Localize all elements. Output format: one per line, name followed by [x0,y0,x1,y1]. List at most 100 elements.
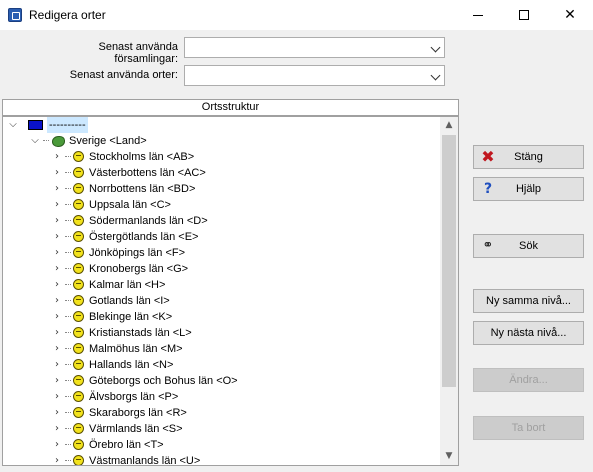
tree-county-row[interactable]: › Uppsala län <C> [3,197,440,213]
tree-connector [65,268,71,269]
expand-chevron-icon[interactable]: › [51,261,63,277]
tree-header: Ortsstruktur [2,99,459,116]
binoculars-icon: ⚭ [482,238,494,253]
tree-county-row[interactable]: › Södermanlands län <D> [3,213,440,229]
tree-county-label: Kristianstads län <L> [89,327,192,339]
close-icon: ✕ [564,7,576,23]
minimize-button[interactable] [455,0,501,30]
maximize-button[interactable] [501,0,547,30]
tree-county-row[interactable]: › Jönköpings län <F> [3,245,440,261]
tree-county-label: Uppsala län <C> [89,199,171,211]
app-icon [8,8,22,22]
window-title: Redigera orter [29,8,106,22]
scroll-up-icon[interactable]: ▲ [440,117,458,134]
chevron-down-icon [430,70,441,81]
expand-chevron-icon[interactable]: › [51,181,63,197]
county-coat-of-arms-icon [73,231,84,242]
place-tree[interactable]: ⌵ ---------- ⌵ Sverige <Land> › Stockholm… [2,116,459,466]
county-coat-of-arms-icon [73,359,84,370]
tree-connector [65,316,71,317]
help-button-label: Hjälp [515,183,542,195]
expand-chevron-icon[interactable]: › [51,229,63,245]
collapse-chevron-icon[interactable]: ⌵ [7,117,19,133]
expand-chevron-icon[interactable]: › [51,437,63,453]
county-coat-of-arms-icon [73,455,84,465]
tree-county-label: Skaraborgs län <R> [89,407,187,419]
search-button[interactable]: ⚭ Sök [473,234,584,258]
tree-county-row[interactable]: › Gotlands län <I> [3,293,440,309]
tree-connector [65,156,71,157]
tree-root-row[interactable]: ⌵ ---------- [3,117,440,133]
tree-connector [65,428,71,429]
tree-connector [65,188,71,189]
recent-places-dropdown[interactable] [184,65,445,86]
remove-button[interactable]: Ta bort [473,416,584,440]
tree-connector [65,460,71,461]
expand-chevron-icon[interactable]: › [51,405,63,421]
expand-chevron-icon[interactable]: › [51,277,63,293]
new-same-level-button[interactable]: Ny samma nivå... [473,289,584,313]
expand-chevron-icon[interactable]: › [51,149,63,165]
tree-connector [65,252,71,253]
expand-chevron-icon[interactable]: › [51,421,63,437]
tree-county-row[interactable]: › Norrbottens län <BD> [3,181,440,197]
county-coat-of-arms-icon [73,391,84,402]
tree-county-row[interactable]: › Örebro län <T> [3,437,440,453]
tree-connector [65,332,71,333]
county-coat-of-arms-icon [73,343,84,354]
tree-county-row[interactable]: › Kalmar län <H> [3,277,440,293]
recent-parishes-dropdown[interactable] [184,37,445,58]
tree-scrollbar[interactable]: ▲ ▼ [440,117,458,465]
expand-chevron-icon[interactable]: › [51,453,63,465]
scroll-down-icon[interactable]: ▼ [440,448,458,465]
tree-county-row[interactable]: › Västmanlands län <U> [3,453,440,465]
tree-connector [65,380,71,381]
tree-county-row[interactable]: › Östergötlands län <E> [3,229,440,245]
tree-county-row[interactable]: › Blekinge län <K> [3,309,440,325]
scrollbar-thumb[interactable] [442,135,456,387]
expand-chevron-icon[interactable]: › [51,357,63,373]
tree-county-row[interactable]: › Kristianstads län <L> [3,325,440,341]
tree-county-row[interactable]: › Skaraborgs län <R> [3,405,440,421]
expand-chevron-icon[interactable]: › [51,165,63,181]
remove-button-label: Ta bort [511,422,546,434]
maximize-icon [519,10,529,20]
county-coat-of-arms-icon [73,151,84,162]
tree-county-row[interactable]: › Älvsborgs län <P> [3,389,440,405]
collapse-chevron-icon[interactable]: ⌵ [29,133,41,149]
expand-chevron-icon[interactable]: › [51,245,63,261]
expand-chevron-icon[interactable]: › [51,373,63,389]
close-x-icon: ✖ [481,147,495,166]
tree-connector [65,204,71,205]
tree-county-row[interactable]: › Malmöhus län <M> [3,341,440,357]
tree-county-row[interactable]: › Västerbottens län <AC> [3,165,440,181]
recent-places-label: Senast använda orter: [69,69,178,81]
expand-chevron-icon[interactable]: › [51,213,63,229]
new-next-level-button[interactable]: Ny nästa nivå... [473,321,584,345]
expand-chevron-icon[interactable]: › [51,197,63,213]
expand-chevron-icon[interactable]: › [51,309,63,325]
tree-country-row[interactable]: ⌵ Sverige <Land> [3,133,440,149]
expand-chevron-icon[interactable]: › [51,341,63,357]
tree-county-row[interactable]: › Värmlands län <S> [3,421,440,437]
tree-connector [65,364,71,365]
tree-county-label: Stockholms län <AB> [89,151,195,163]
county-coat-of-arms-icon [73,279,84,290]
tree-county-label: Göteborgs och Bohus län <O> [89,375,238,387]
edit-button[interactable]: Ändra... [473,368,584,392]
expand-chevron-icon[interactable]: › [51,293,63,309]
close-button[interactable]: ✖ Stäng [473,145,584,169]
help-button[interactable]: ? Hjälp [473,177,584,201]
tree-county-row[interactable]: › Hallands län <N> [3,357,440,373]
tree-connector [65,236,71,237]
tree-county-row[interactable]: › Göteborgs och Bohus län <O> [3,373,440,389]
expand-chevron-icon[interactable]: › [51,325,63,341]
tree-county-row[interactable]: › Kronobergs län <G> [3,261,440,277]
close-window-button[interactable]: ✕ [547,0,593,30]
title-bar: Redigera orter ✕ [0,0,593,30]
expand-chevron-icon[interactable]: › [51,389,63,405]
tree-county-row[interactable]: › Stockholms län <AB> [3,149,440,165]
tree-county-label: Södermanlands län <D> [89,215,208,227]
county-coat-of-arms-icon [73,423,84,434]
county-coat-of-arms-icon [73,327,84,338]
